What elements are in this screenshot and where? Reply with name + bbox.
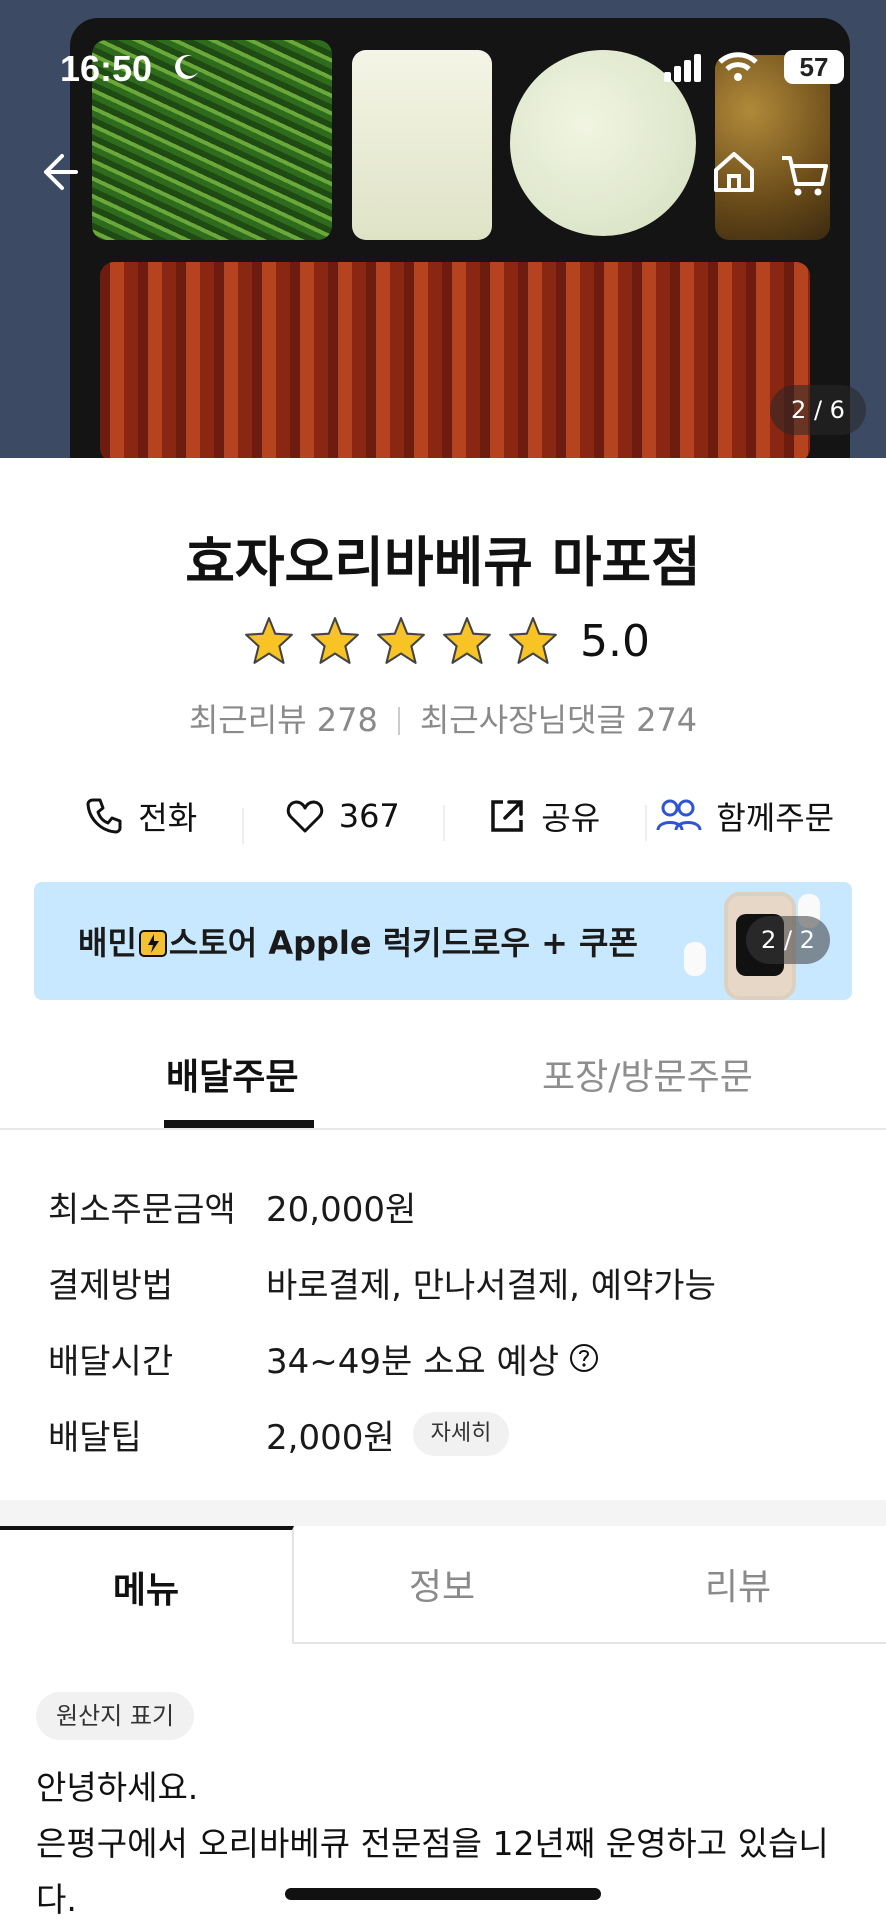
back-icon[interactable] xyxy=(32,146,84,198)
recent-reviews[interactable]: 최근리뷰 278 xyxy=(189,701,378,739)
store-intro: 안녕하세요. 은평구에서 오리바베큐 전문점을 12년째 운영하고 있습니 다. xyxy=(36,1760,856,1928)
group-order-button[interactable]: 함께주문 xyxy=(644,793,847,841)
tab-review[interactable]: 리뷰 xyxy=(590,1526,886,1644)
share-label: 공유 xyxy=(541,799,601,837)
tab-pickup[interactable]: 포장/방문주문 xyxy=(542,1048,753,1100)
call-button[interactable]: 전화 xyxy=(40,793,242,839)
store-name: 효자오리바베큐 마포점 xyxy=(185,531,701,594)
info-row-min-order: 최소주문금액 20,000원 xyxy=(48,1168,716,1244)
banner-prefix: 배민 xyxy=(78,924,137,962)
intro-line: 안녕하세요. xyxy=(36,1768,199,1807)
rating-row[interactable]: 5.0 xyxy=(0,615,886,667)
hero-image[interactable]: 16:50 57 2 / 6 xyxy=(0,0,886,458)
owner-replies[interactable]: 최근사장님댓글 274 xyxy=(420,701,697,739)
status-bar: 16:50 57 xyxy=(60,44,844,94)
call-label: 전화 xyxy=(138,799,198,837)
cart-icon[interactable] xyxy=(778,150,830,202)
star-icon xyxy=(509,617,557,664)
divider xyxy=(397,707,400,735)
question-icon[interactable] xyxy=(569,1343,599,1373)
star-icon xyxy=(443,617,491,664)
star-icon xyxy=(311,617,359,664)
like-count: 367 xyxy=(338,797,400,835)
delivery-info: 최소주문금액 20,000원 결제방법 바로결제, 만나서결제, 예약가능 배달… xyxy=(48,1168,716,1472)
group-icon xyxy=(656,799,702,831)
tab-delivery[interactable]: 배달주문 xyxy=(166,1048,298,1100)
info-value: 34~49분 소요 예상 xyxy=(266,1341,560,1382)
share-button[interactable]: 공유 xyxy=(443,793,645,841)
info-value: 20,000원 xyxy=(266,1189,417,1230)
tab-menu[interactable]: 메뉴 xyxy=(0,1526,294,1644)
info-label: 배달시간 xyxy=(48,1341,174,1382)
info-value: 바로결제, 만나서결제, 예약가능 xyxy=(266,1265,716,1306)
active-tab-indicator xyxy=(164,1120,314,1128)
banner-text: 배민 스토어 Apple 럭키드로우 + 쿠폰 xyxy=(78,918,638,964)
info-label: 결제방법 xyxy=(48,1265,174,1306)
info-label: 배달팁 xyxy=(48,1417,142,1458)
info-row-delivery-tip: 배달팁 2,000원 자세히 xyxy=(48,1396,716,1472)
info-value-wrap: 34~49분 소요 예상 xyxy=(266,1334,599,1383)
info-label: 최소주문금액 xyxy=(48,1189,236,1230)
content-tabs: 메뉴 정보 리뷰 xyxy=(0,1526,886,1644)
banner-counter: 2 / 2 xyxy=(746,916,830,964)
duck-bbq-dish xyxy=(100,262,810,458)
star-icon xyxy=(377,617,425,664)
image-counter: 2 / 6 xyxy=(770,385,866,435)
rating-value: 5.0 xyxy=(580,615,650,667)
share-icon xyxy=(491,800,524,832)
order-type-tabs: 배달주문 포장/방문주문 xyxy=(0,1024,886,1130)
like-button[interactable]: 367 xyxy=(241,796,444,844)
info-row-payment: 결제방법 바로결제, 만나서결제, 예약가능 xyxy=(48,1244,716,1320)
signal-icon xyxy=(664,54,701,82)
tab-info[interactable]: 정보 xyxy=(294,1526,590,1644)
airpod-image xyxy=(684,942,706,976)
star-icon xyxy=(245,617,293,664)
origin-label-button[interactable]: 원산지 표기 xyxy=(36,1692,195,1740)
info-value: 2,000원 xyxy=(266,1417,395,1458)
info-value-wrap: 2,000원 자세히 xyxy=(266,1410,510,1459)
moon-icon xyxy=(175,54,198,79)
home-indicator xyxy=(285,1888,601,1900)
section-divider xyxy=(0,1500,886,1526)
phone-icon xyxy=(86,798,122,834)
status-time: 16:50 xyxy=(60,48,153,89)
action-row: 전화 367 공유 함께주문 xyxy=(40,786,846,846)
bolt-icon xyxy=(138,930,167,957)
banner-title: 스토어 Apple 럭키드로우 + 쿠폰 xyxy=(168,924,638,962)
detail-button[interactable]: 자세히 xyxy=(412,1412,510,1456)
battery-indicator: 57 xyxy=(784,50,844,84)
info-row-delivery-time: 배달시간 34~49분 소요 예상 xyxy=(48,1320,716,1396)
review-stats[interactable]: 최근리뷰 278 최근사장님댓글 274 xyxy=(0,695,886,741)
group-order-label: 함께주문 xyxy=(716,799,835,837)
heart-icon xyxy=(286,800,323,833)
promo-banner[interactable]: 배민 스토어 Apple 럭키드로우 + 쿠폰 2 / 2 xyxy=(34,882,852,1000)
wifi-icon xyxy=(718,52,758,81)
home-icon[interactable] xyxy=(708,146,760,198)
intro-line: 은평구에서 오리바베큐 전문점을 12년째 운영하고 있습니 xyxy=(36,1824,829,1863)
